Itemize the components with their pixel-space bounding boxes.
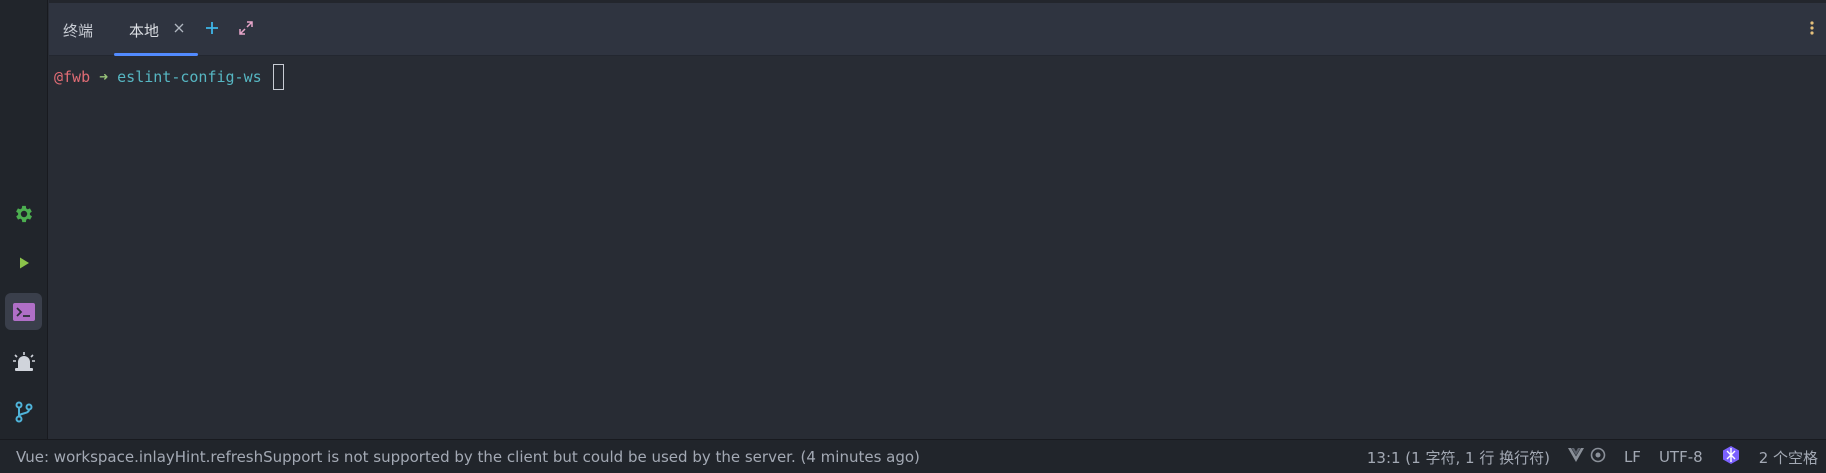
left-tool-bar [0,0,48,439]
status-icons [1567,447,1606,467]
git-branch-icon [14,401,34,423]
play-icon [16,255,32,271]
prompt-directory: eslint-config-ws [117,68,262,86]
run-tool-button[interactable] [5,244,42,281]
indent-setting[interactable]: 2 个空格 [1759,447,1818,468]
status-message[interactable]: Vue: workspace.inlayHint.refreshSupport … [16,448,920,466]
gear-icon [13,203,35,225]
prompt-arrow: ➜ [99,68,109,86]
gear-icon[interactable] [1590,447,1606,467]
prompt-line: @fwb ➜ eslint-config-ws [54,64,284,90]
active-tab-indicator [114,53,198,56]
terminal-output[interactable]: @fwb ➜ eslint-config-ws [49,57,1826,439]
more-vertical-icon[interactable] [1808,19,1816,37]
status-bar: Vue: workspace.inlayHint.refreshSupport … [0,439,1826,473]
file-encoding[interactable]: UTF-8 [1659,448,1703,466]
terminal-cursor [272,64,284,90]
settings-tool-button[interactable] [5,195,42,232]
status-widgets: 13:1 (1 字符, 1 行 换行符) LF UTF-8 2 个空格 [1367,440,1818,473]
tab-local-label: 本地 [129,22,160,40]
terminal-tab-bar: 终端 本地 [49,0,1826,56]
tab-bar-top-edge [49,0,1826,3]
plus-icon[interactable] [203,19,221,37]
vue-icon[interactable] [1567,448,1584,466]
terminal-tool-button[interactable] [5,293,42,330]
tab-local[interactable]: 本地 [114,0,198,56]
caret-position[interactable]: 13:1 (1 字符, 1 行 换行符) [1367,447,1550,468]
terminal-icon [12,302,35,321]
toolwindow-title: 终端 [63,22,94,40]
ai-assistant-icon[interactable] [1721,445,1741,469]
maximize-icon[interactable] [237,19,255,37]
alarm-tool-button[interactable] [5,343,42,380]
alarm-icon [12,351,36,373]
line-ending[interactable]: LF [1624,448,1641,466]
prompt-user: @fwb [54,68,91,86]
git-tool-button[interactable] [5,393,42,430]
close-icon[interactable] [172,21,186,35]
